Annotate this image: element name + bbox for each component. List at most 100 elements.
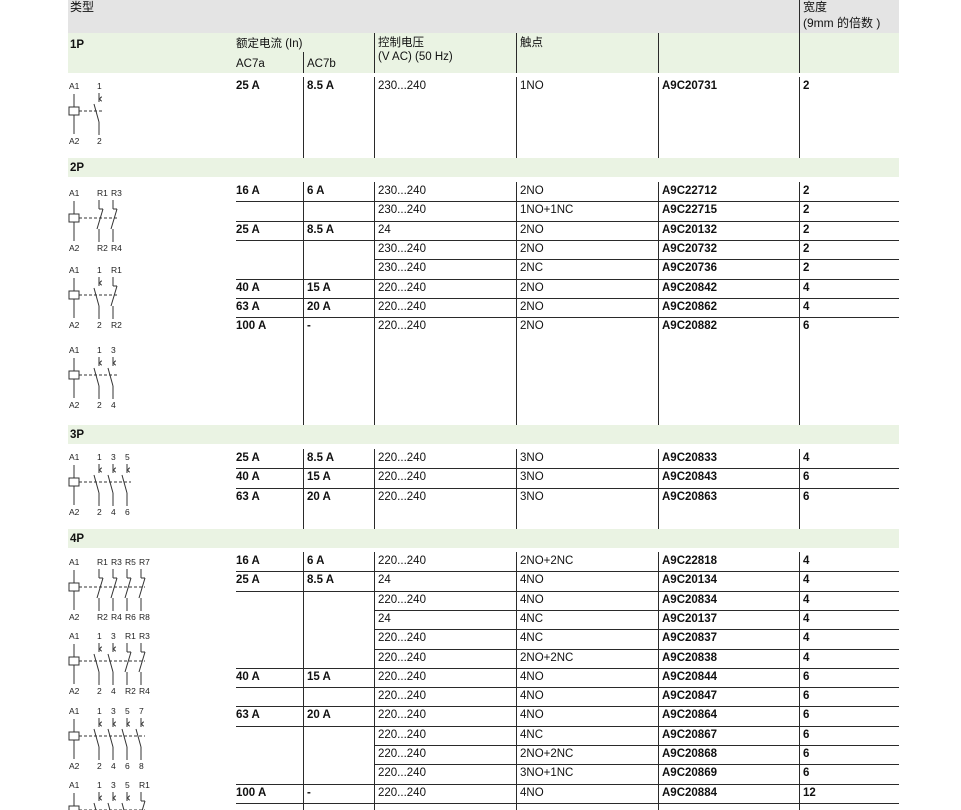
row-rule xyxy=(236,571,899,573)
coil-symbol xyxy=(68,656,80,666)
terminal-label: R7 xyxy=(139,557,150,567)
contact-marker xyxy=(99,646,103,652)
table-cell-ac7a: 40 A xyxy=(236,471,260,484)
terminal-label: A1 xyxy=(69,706,80,716)
terminal-label: A1 xyxy=(69,81,80,91)
column-separator xyxy=(799,182,800,425)
contact-marker xyxy=(127,721,131,727)
terminal-label: 8 xyxy=(139,761,144,771)
table-cell-ac7b: 8.5 A xyxy=(307,574,335,587)
row-rule xyxy=(236,468,899,470)
terminal-label: 3 xyxy=(111,780,116,790)
table-cell-voltage: 220...240 xyxy=(378,320,426,333)
width-header: 宽度 xyxy=(803,0,828,14)
table-cell-voltage: 230...240 xyxy=(378,185,426,197)
terminal-label: R1 xyxy=(97,188,108,198)
wiring-diagram-2p-mixed: A1 1 R1 A2 2 R2 xyxy=(68,265,122,330)
control-voltage-sub-header: (V AC) (50 Hz) xyxy=(378,51,453,63)
table-cell-width: 4 xyxy=(803,632,810,645)
terminal-label: R1 xyxy=(125,631,136,641)
contact-blade xyxy=(135,728,142,748)
column-separator xyxy=(799,77,800,158)
terminal-label: R1 xyxy=(111,265,122,275)
terminal-label: 1 xyxy=(97,81,102,91)
table-cell-contact: 4NO xyxy=(520,574,544,587)
contact-marker xyxy=(127,795,131,801)
terminal-label: A1 xyxy=(69,631,80,641)
table-cell-voltage: 24 xyxy=(378,612,391,625)
table-cell-ac7a: 100 A xyxy=(236,786,267,799)
terminal-label: 3 xyxy=(111,706,116,716)
table-cell-contact: 2NC xyxy=(520,262,544,275)
terminal-label: A2 xyxy=(69,136,80,146)
table-cell-voltage: 220...240 xyxy=(378,690,426,703)
table-cell-contact: 4NC xyxy=(520,612,544,625)
row-rule xyxy=(236,278,899,280)
table-cell-contact: 4NC xyxy=(520,728,544,741)
coil-symbol xyxy=(68,106,80,116)
table-cell-contact: 2NO xyxy=(520,185,544,197)
terminal-label: 6 xyxy=(125,761,130,771)
table-cell-voltage: 220...240 xyxy=(378,767,426,780)
table-cell-ref: A9C20137 xyxy=(662,612,717,625)
terminal-label: 3 xyxy=(111,631,116,641)
column-separator xyxy=(303,52,304,73)
table-cell-contact: 1NO+1NC xyxy=(520,204,574,217)
table-cell-width: 4 xyxy=(803,574,810,587)
terminal-label: A2 xyxy=(69,686,80,696)
table-cell-ac7b: - xyxy=(307,320,311,333)
contact-blade xyxy=(107,653,114,673)
table-cell-voltage: 230...240 xyxy=(378,80,426,92)
table-cell-ref: A9C20732 xyxy=(662,242,717,255)
contact-blade xyxy=(124,651,132,673)
table-cell-width: 2 xyxy=(803,242,810,255)
terminal-label: 2 xyxy=(97,400,102,410)
contact-marker xyxy=(127,467,131,473)
table-cell-contact: 2NO xyxy=(520,242,544,255)
table-cell-ref: A9C20736 xyxy=(662,262,717,275)
table-cell-ref: A9C20134 xyxy=(662,574,717,587)
row-rule xyxy=(236,802,899,804)
ac7a-header: AC7a xyxy=(236,58,265,70)
contact-marker xyxy=(113,467,117,473)
column-separator xyxy=(303,449,304,529)
table-cell-ref: A9C20847 xyxy=(662,690,717,703)
column-separator xyxy=(374,77,375,158)
wiring-diagram-4p-r: A1 R1 R3 R5 R7 A2 R2 R4 R6 R8 xyxy=(68,557,150,622)
contact-blade xyxy=(93,474,100,494)
terminal-label: 1 xyxy=(97,452,102,462)
contact-blade xyxy=(141,800,146,810)
table-cell-ac7a: 25 A xyxy=(236,452,260,464)
table-cell-ac7a: 63 A xyxy=(236,490,260,503)
table-cell-ac7a: 63 A xyxy=(236,300,260,313)
terminal-label: R5 xyxy=(125,557,136,567)
terminal-label: 1 xyxy=(97,265,102,275)
terminal-label: R2 xyxy=(97,243,108,253)
contact-blade xyxy=(121,728,128,748)
table-cell-ref: A9C20132 xyxy=(662,223,717,236)
table-cell-ref: A9C20863 xyxy=(662,490,717,503)
contact-marker xyxy=(141,721,145,727)
row-rule xyxy=(236,687,899,689)
terminal-label: 4 xyxy=(111,507,116,517)
terminal-label: 5 xyxy=(125,706,130,716)
column-separator xyxy=(799,0,800,73)
coil-symbol xyxy=(68,582,80,592)
row-rule xyxy=(374,259,899,261)
contact-blade xyxy=(124,577,132,599)
contact-marker xyxy=(99,280,103,286)
column-separator xyxy=(658,33,659,73)
table-cell-voltage: 220...240 xyxy=(378,471,426,484)
table-cell-contact: 2NO xyxy=(520,300,544,313)
terminal-label: A2 xyxy=(69,243,80,253)
table-cell-contact: 2NO+2NC xyxy=(520,651,574,664)
table-cell-ac7b: 8.5 A xyxy=(307,223,335,236)
column-separator xyxy=(799,449,800,529)
table-cell-ref: A9C20882 xyxy=(662,320,717,333)
table-cell-ac7a: 25 A xyxy=(236,574,260,587)
terminal-label: R2 xyxy=(111,320,122,330)
table-cell-ac7b: 8.5 A xyxy=(307,452,335,464)
table-cell-width: 4 xyxy=(803,612,810,625)
table-cell-voltage: 230...240 xyxy=(378,242,426,255)
table-cell-ac7a: 16 A xyxy=(236,185,260,197)
